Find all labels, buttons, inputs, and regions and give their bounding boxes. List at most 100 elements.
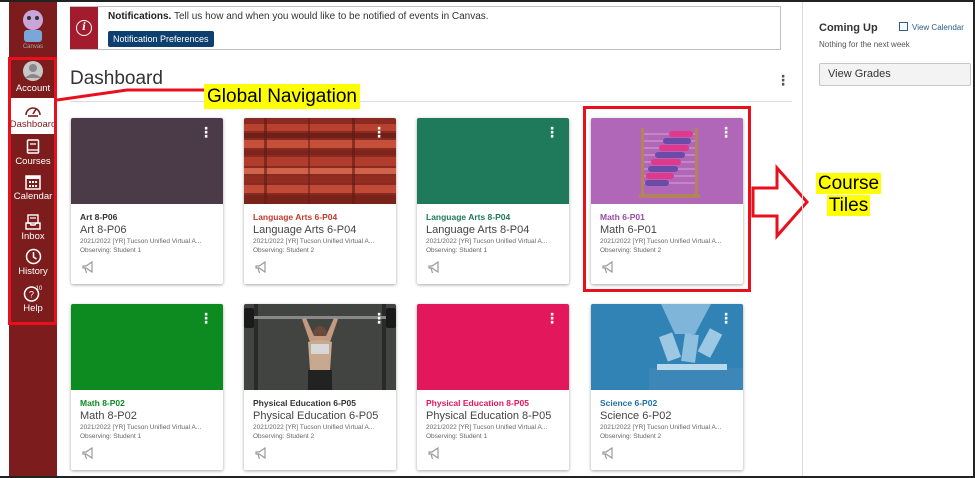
course-observing: Observing: Student 2 [253,433,315,440]
course-name: Math 6-P01 [600,224,657,236]
course-code[interactable]: Language Arts 6-P04 [253,212,337,222]
course-card-physical-education-8-p05[interactable]: ⋮ Physical Education 8-P05 Physical Educ… [417,304,569,470]
course-card-art-8-p06[interactable]: ⋮ Art 8-P06 Art 8-P06 2021/2022 [YR] Tuc… [71,118,223,284]
course-term: 2021/2022 [YR] Tucson Unified Virtual A.… [426,424,548,431]
nav-item-dashboard[interactable]: Dashboard [9,98,57,134]
notification-title: Notifications. [108,11,172,22]
view-calendar-link[interactable]: View Calendar [899,22,964,32]
card-options-kebab-icon[interactable]: ⋮ [545,125,559,139]
course-observing: Observing: Student 1 [426,247,488,254]
course-name: Art 8-P06 [80,224,127,236]
canvas-logo-icon[interactable]: Canvas [14,6,52,50]
notification-stripe: i [70,7,98,49]
history-icon [25,248,41,265]
card-options-kebab-icon[interactable]: ⋮ [199,311,213,325]
course-observing: Observing: Student 1 [80,433,142,440]
nav-item-calendar[interactable]: Calendar [9,174,57,208]
nav-label: Courses [15,156,51,167]
course-card-math-8-p02[interactable]: ⋮ Math 8-P02 Math 8-P02 2021/2022 [YR] T… [71,304,223,470]
right-sidebar: Coming Up View Calendar Nothing for the … [802,2,975,476]
course-code[interactable]: Language Arts 8-P04 [426,212,510,222]
announcements-icon[interactable] [602,447,616,460]
notification-message: Tell us how and when you would like to b… [173,11,489,22]
info-icon: i [76,20,92,36]
course-observing: Observing: Student 2 [600,433,662,440]
help-icon: ?10 [23,286,43,302]
course-code[interactable]: Math 8-P02 [80,398,125,408]
course-code[interactable]: Art 8-P06 [80,212,117,222]
card-options-kebab-icon[interactable]: ⋮ [719,311,733,325]
course-card-language-arts-6-p04[interactable]: ⋮ Language Arts 6-P04 Language Arts 6-P0… [244,118,396,284]
card-options-kebab-icon[interactable]: ⋮ [372,125,386,139]
view-calendar-label: View Calendar [912,23,964,32]
nav-item-help[interactable]: ? 10 Help [9,284,57,320]
course-term: 2021/2022 [YR] Tucson Unified Virtual A.… [80,238,202,245]
inbox-icon [25,214,41,230]
global-navigation-callout-label: Global Navigation [204,84,360,109]
dashboard-icon [25,107,41,117]
course-code[interactable]: Math 6-P01 [600,212,645,222]
course-observing: Observing: Student 2 [600,247,662,254]
course-term: 2021/2022 [YR] Tucson Unified Virtual A.… [600,238,722,245]
notification-preferences-button[interactable]: Notification Preferences [108,31,214,47]
dashboard-options-kebab-icon[interactable]: ⋮ [776,72,790,89]
svg-text:?: ? [29,290,34,300]
nav-item-account[interactable]: Account [9,60,57,100]
course-card-language-arts-8-p04[interactable]: ⋮ Language Arts 8-P04 Language Arts 8-P0… [417,118,569,284]
global-navigation: Canvas Account Dashboard Courses Calenda… [9,2,57,476]
nav-label: Account [15,83,51,94]
global-navigation-callout-line [57,88,207,102]
nav-label: Inbox [21,231,45,242]
nav-label: Dashboard [9,119,57,130]
course-term: 2021/2022 [YR] Tucson Unified Virtual A.… [80,424,202,431]
announcements-icon[interactable] [255,261,269,274]
nav-label: Calendar [13,191,53,202]
notification-text: Notifications. Tell us how and when you … [108,11,489,22]
page-title: Dashboard [70,68,163,89]
courses-icon [26,139,40,154]
card-options-kebab-icon[interactable]: ⋮ [199,125,213,139]
course-code[interactable]: Physical Education 8-P05 [426,398,529,408]
nav-item-history[interactable]: History [9,248,57,282]
course-name: Science 6-P02 [600,410,672,422]
course-name: Physical Education 6-P05 [253,410,379,422]
announcements-icon[interactable] [255,447,269,460]
course-observing: Observing: Student 2 [253,247,315,254]
nav-item-courses[interactable]: Courses [9,139,57,173]
coming-up-empty-text: Nothing for the next week [819,40,910,49]
announcements-icon[interactable] [82,447,96,460]
coming-up-title: Coming Up [819,22,878,34]
left-margin [0,2,9,476]
course-observing: Observing: Student 1 [426,433,488,440]
calendar-icon [25,175,41,190]
course-name: Language Arts 8-P04 [426,224,530,236]
announcements-icon[interactable] [602,261,616,274]
nav-label: History [18,266,48,277]
nav-item-inbox[interactable]: Inbox [9,214,57,248]
course-observing: Observing: Student 1 [80,247,142,254]
course-name: Physical Education 8-P05 [426,410,552,422]
course-name: Language Arts 6-P04 [253,224,357,236]
nav-label: Help [23,303,43,314]
account-icon [23,61,43,81]
course-name: Math 8-P02 [80,410,137,422]
announcements-icon[interactable] [82,261,96,274]
card-options-kebab-icon[interactable]: ⋮ [719,125,733,139]
card-options-kebab-icon[interactable]: ⋮ [545,311,559,325]
course-card-math-6-p01[interactable]: ⋮ Math 6-P01 Math 6-P01 2021/2022 [YR] T… [591,118,743,284]
calendar-icon [899,22,908,31]
course-card-science-6-p02[interactable]: ⋮ Science 6-P02 Science 6-P02 2021/2022 … [591,304,743,470]
view-grades-button[interactable]: View Grades [819,63,971,86]
announcements-icon[interactable] [428,447,442,460]
course-term: 2021/2022 [YR] Tucson Unified Virtual A.… [253,238,375,245]
course-code[interactable]: Science 6-P02 [600,398,657,408]
canvas-logo-text: Canvas [23,44,43,50]
help-badge: 10 [36,286,43,292]
course-term: 2021/2022 [YR] Tucson Unified Virtual A.… [600,424,722,431]
announcements-icon[interactable] [428,261,442,274]
card-options-kebab-icon[interactable]: ⋮ [372,311,386,325]
course-code[interactable]: Physical Education 6-P05 [253,398,356,408]
course-card-physical-education-6-p05[interactable]: ⋮ Physical Education 6-P05 Physical Educ… [244,304,396,470]
notification-banner: i Notifications. Tell us how and when yo… [70,6,781,50]
canvas-dashboard-window: Canvas Account Dashboard Courses Calenda… [0,0,975,478]
